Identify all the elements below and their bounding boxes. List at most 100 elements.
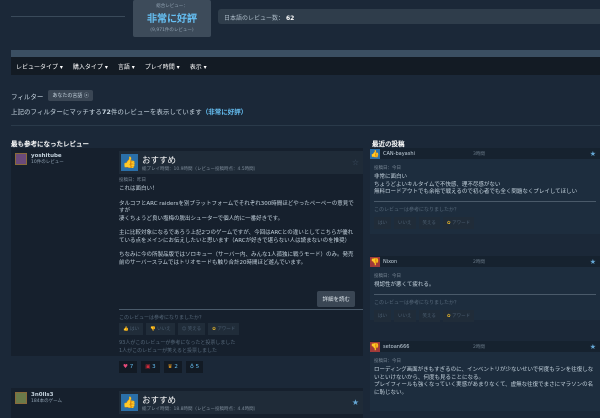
post-text: 視認性が悪くて疲れる。 bbox=[374, 282, 435, 288]
award-label: アワード bbox=[452, 220, 471, 226]
award-count: 3 bbox=[152, 364, 156, 370]
summary-label: 総合レビュー： bbox=[156, 4, 188, 9]
vote-no-button[interactable]: 👎 いいえ bbox=[146, 323, 175, 335]
helpful-question: このレビューは参考になりましたか？ bbox=[374, 299, 460, 306]
post-time: 2時間 bbox=[473, 344, 485, 350]
jp-count-value: 62 bbox=[285, 15, 295, 22]
trophy-icon: ♛ bbox=[167, 364, 173, 370]
post-text: 非常に面白い ちょうどよいキルタイムで不快感、理不尽感がない 無料ロードアウトで… bbox=[374, 174, 578, 195]
recent-posts-heading: 最近の投稿 bbox=[372, 140, 405, 148]
post-author[interactable]: CAN-bayashi bbox=[383, 151, 473, 157]
star-icon[interactable]: ★ bbox=[352, 398, 359, 407]
review-verdict[interactable]: おすすめ bbox=[142, 154, 258, 166]
helpful-question: このレビューは参考になりましたか？ bbox=[119, 315, 205, 321]
helpful-count: 93人がこのレビューが参考になったと投票しました bbox=[119, 340, 236, 346]
match-count: 72 bbox=[101, 108, 111, 116]
summary-rating: 非常に好評 bbox=[147, 14, 197, 25]
medal-icon: ♁ bbox=[189, 364, 194, 370]
award-icon: ✿ bbox=[446, 313, 451, 319]
most-helpful-heading: 最も参考になったレビュー bbox=[11, 140, 89, 148]
award-trophy[interactable]: ♛ 2 bbox=[163, 361, 182, 373]
recent-post: 👎 setoan666 2時間 ★ 投稿日：今日 ローディング画面がきもすぎるのに、イ… bbox=[370, 341, 600, 411]
review-playtime: 総プレイ時間：10.9時間（レビュー投稿時点：4.5時間） bbox=[142, 166, 259, 172]
nav-language[interactable]: 言語 ▾ bbox=[118, 62, 135, 71]
reviewer-info[interactable]: 3n0lls3 184本のゲーム bbox=[15, 392, 62, 404]
divider bbox=[11, 16, 125, 17]
star-icon[interactable]: ★ bbox=[590, 150, 596, 158]
match-rating[interactable]: （非常に好評） bbox=[202, 108, 248, 116]
match-prefix: 上記のフィルターにマッチする bbox=[11, 108, 102, 116]
post-time: 3時間 bbox=[473, 151, 485, 157]
divider bbox=[119, 309, 363, 310]
vote-buttons: はい いいえ 笑える ✿ アワード bbox=[374, 309, 596, 322]
summary-count: (9,971件のレビュー) bbox=[150, 28, 194, 33]
award-button[interactable]: ✿ アワード bbox=[442, 309, 475, 322]
thumbs-up-icon: 👍 bbox=[370, 148, 380, 159]
reviewer-game-count[interactable]: 184本のゲーム bbox=[31, 398, 62, 404]
heart-icon: ♥ bbox=[123, 364, 128, 370]
award-gift[interactable]: ▣ 3 bbox=[141, 361, 160, 373]
star-icon[interactable]: ★ bbox=[590, 258, 596, 266]
nav-review-type[interactable]: レビュータイプ ▾ bbox=[16, 62, 63, 71]
award-button[interactable]: ✿ アワード bbox=[208, 323, 240, 335]
vote-funny-button[interactable]: ☺ 笑える bbox=[177, 323, 206, 335]
reviewer-review-count[interactable]: 10件のレビュー bbox=[31, 159, 64, 165]
recent-post: 👍 CAN-bayashi 3時間 ★ 投稿日：今日 非常に面白い ちょうどよいキルタ… bbox=[370, 148, 600, 234]
award-count: 5 bbox=[195, 364, 200, 370]
funny-count: 1人がこのレビューが笑えると投票しました bbox=[119, 348, 218, 354]
post-author[interactable]: setoan666 bbox=[383, 344, 473, 350]
award-heart[interactable]: ♥ 7 bbox=[119, 361, 138, 373]
vote-funny-button[interactable]: 笑える bbox=[418, 216, 440, 229]
post-author[interactable]: Nixon bbox=[383, 259, 473, 265]
review-header: 👍 おすすめ 総プレイ時間：10.9時間（レビュー投稿時点：4.5時間） ☆ bbox=[119, 151, 363, 174]
vote-buttons: はい いいえ 笑える ✿ アワード bbox=[374, 216, 596, 229]
overall-review-summary: 総合レビュー： 非常に好評 (9,971件のレビュー) bbox=[133, 0, 211, 37]
review-card: yoshitube 10件のレビュー 👍 おすすめ 総プレイ時間：10.9時間（レビ… bbox=[11, 148, 363, 356]
vote-no-button[interactable]: いいえ bbox=[394, 309, 416, 322]
review-paragraph: これは面白い！ bbox=[119, 186, 158, 192]
post-header: 👍 CAN-bayashi 3時間 ★ bbox=[370, 148, 600, 159]
filter-label: フィルター bbox=[11, 92, 44, 101]
award-button[interactable]: ✿ アワード bbox=[442, 216, 475, 229]
reviewer-info[interactable]: yoshitube 10件のレビュー bbox=[15, 153, 64, 165]
review-playtime: 総プレイ時間：18.8時間（レビュー投稿時点：4.4時間） bbox=[142, 406, 259, 412]
japanese-review-count: 日本語のレビュー数： 62 bbox=[218, 9, 600, 24]
post-date: 投稿日：今日 bbox=[374, 359, 401, 364]
review-filter-nav: レビュータイプ ▾ 購入タイプ ▾ 言語 ▾ プレイ時間 ▾ 表示 ▾ bbox=[11, 57, 600, 75]
review-paragraph: 主に比較対象になるであろう上記2つのゲームですが、今回はARCとの違いとしてこち… bbox=[119, 230, 354, 244]
filter-chip-language[interactable]: あなたの言語 ⓧ bbox=[48, 90, 93, 101]
award-medal[interactable]: ♁ 5 bbox=[185, 361, 204, 373]
vote-buttons: 👍 はい 👎 いいえ ☺ 笑える ✿ アワード bbox=[119, 323, 240, 335]
vote-funny-button[interactable]: 笑える bbox=[418, 309, 440, 322]
review-body: 投稿日：昨日 これは面白い！ タルコフとARC raidersを別プラットフォー… bbox=[119, 177, 355, 267]
review-verdict[interactable]: おすすめ bbox=[142, 394, 258, 406]
thumbs-up-icon: 👍 bbox=[121, 394, 138, 411]
review-paragraph: タルコフとARC raidersを別プラットフォームでそれぞれ300時間ほどやっ… bbox=[119, 200, 354, 222]
star-icon[interactable]: ★ bbox=[590, 343, 596, 351]
read-more-button[interactable]: 詳細を読む bbox=[317, 291, 355, 307]
star-icon[interactable]: ☆ bbox=[352, 158, 359, 167]
post-text: ローディング画面がきもすぎるのに、インベントリが少ないせいで何度もランを往復しな… bbox=[374, 367, 594, 396]
awards-received: ♥ 7 ▣ 3 ♛ 2 ♁ 5 bbox=[119, 361, 204, 373]
post-header: 👎 Nixon 2時間 ★ bbox=[370, 256, 600, 267]
nav-purchase-type[interactable]: 購入タイプ ▾ bbox=[73, 62, 108, 71]
post-date: 投稿日：今日 bbox=[374, 274, 401, 279]
nav-display[interactable]: 表示 ▾ bbox=[190, 62, 207, 71]
avatar[interactable] bbox=[15, 153, 27, 165]
review-paragraph: ちなみに今の所製品版ではソロキュー（サーバー内、みんな1人孤独に戦うモード）のみ… bbox=[119, 252, 354, 266]
match-suffix: 件のレビューを表示しています bbox=[110, 108, 202, 116]
vote-no-button[interactable]: いいえ bbox=[394, 216, 416, 229]
nav-playtime[interactable]: プレイ時間 ▾ bbox=[145, 62, 180, 71]
award-count: 7 bbox=[129, 364, 134, 370]
vote-yes-button[interactable]: はい bbox=[374, 309, 391, 322]
thumbs-up-icon: 👍 bbox=[121, 154, 138, 171]
avatar[interactable] bbox=[15, 392, 27, 404]
vote-yes-button[interactable]: はい bbox=[374, 216, 391, 229]
award-icon: ✿ bbox=[446, 220, 451, 226]
vote-yes-button[interactable]: 👍 はい bbox=[119, 323, 144, 335]
divider bbox=[374, 293, 596, 295]
divider bbox=[11, 125, 600, 126]
review-date: 投稿日：昨日 bbox=[119, 178, 146, 183]
award-label: アワード bbox=[217, 327, 236, 332]
vote-stats: 93人がこのレビューが参考になったと投票しました 1人がこのレビューが笑えると投… bbox=[119, 339, 235, 355]
